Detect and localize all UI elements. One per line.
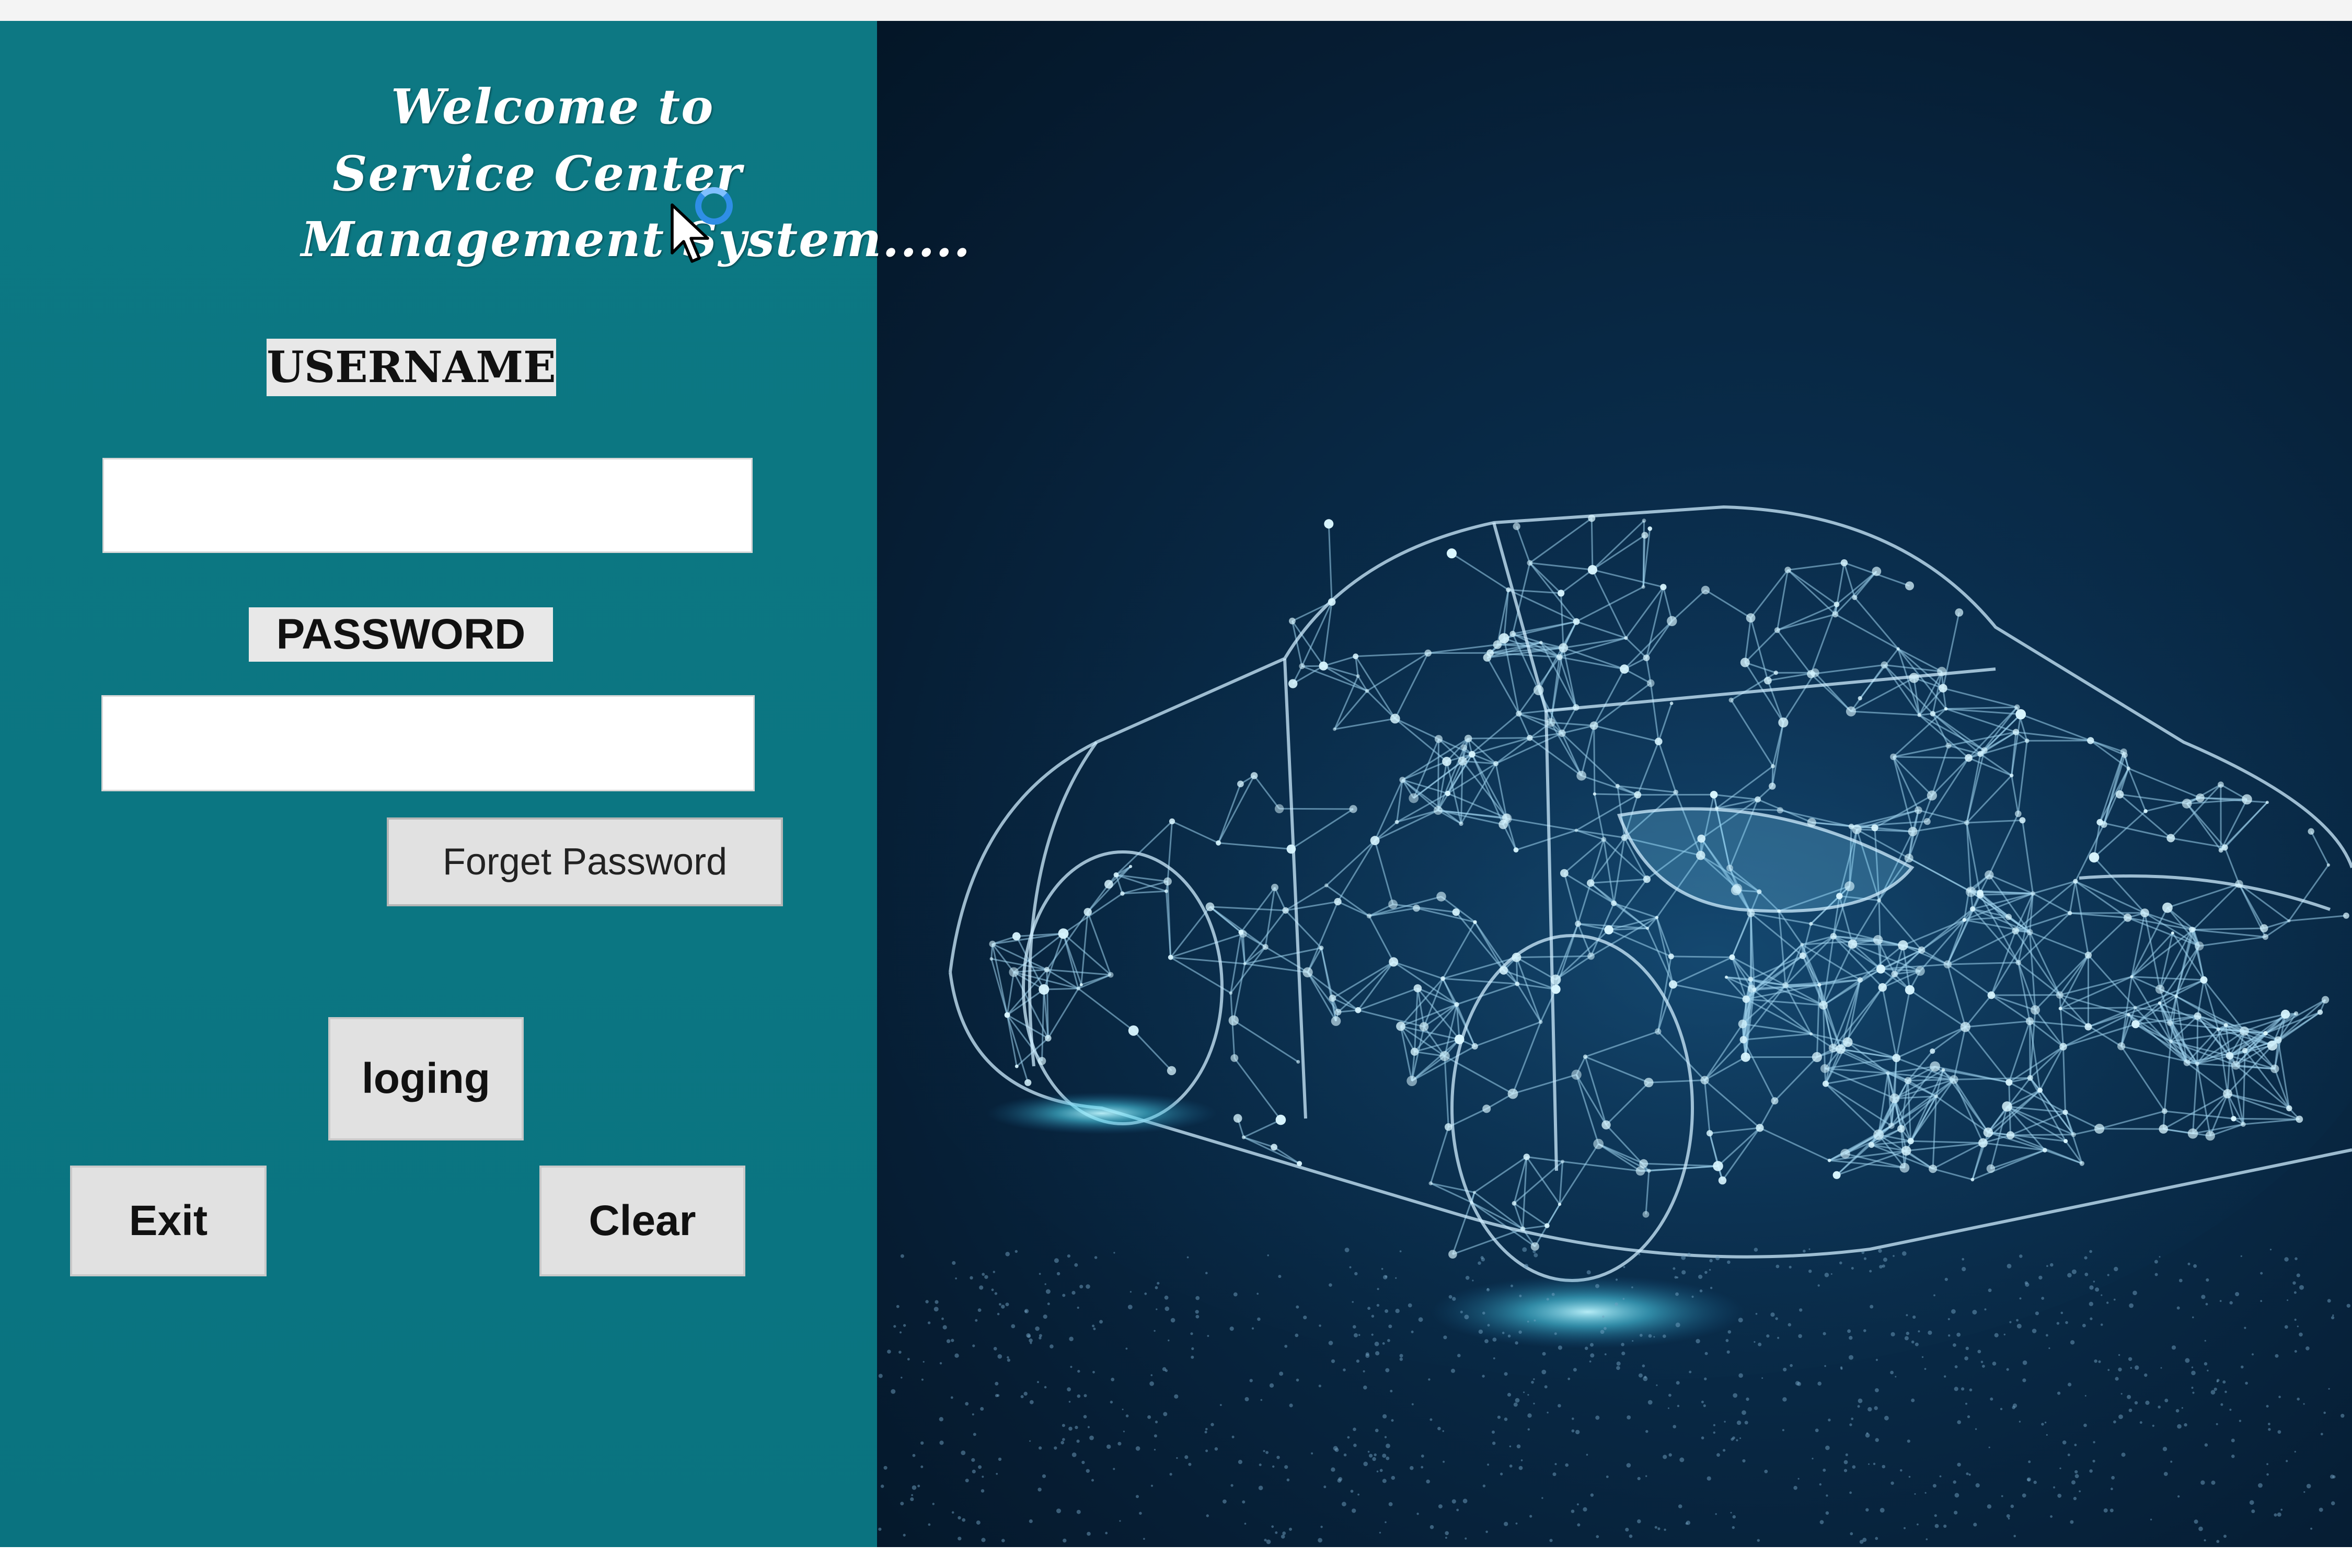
wireframe-car-image bbox=[877, 439, 2352, 1544]
car-image-panel bbox=[877, 21, 2352, 1547]
mouse-pointer-icon bbox=[671, 203, 709, 263]
exit-button[interactable]: Exit bbox=[70, 1166, 267, 1276]
login-button[interactable]: loging bbox=[328, 1017, 524, 1140]
window-top-edge bbox=[0, 0, 2352, 21]
welcome-title-line-3: Management System..... bbox=[301, 211, 972, 268]
username-label: USERNAME bbox=[267, 339, 556, 396]
clear-button[interactable]: Clear bbox=[539, 1166, 745, 1276]
welcome-title-line-1: Welcome to bbox=[391, 78, 714, 135]
forget-password-button[interactable]: Forget Password bbox=[387, 817, 783, 906]
password-label: PASSWORD bbox=[249, 607, 553, 662]
password-input[interactable] bbox=[101, 695, 755, 791]
welcome-title-line-2: Service Center bbox=[332, 145, 743, 202]
window-bottom-edge bbox=[0, 1547, 2352, 1568]
login-window: Welcome to Service Center Management Sys… bbox=[0, 0, 2352, 1568]
username-input[interactable] bbox=[102, 458, 753, 553]
